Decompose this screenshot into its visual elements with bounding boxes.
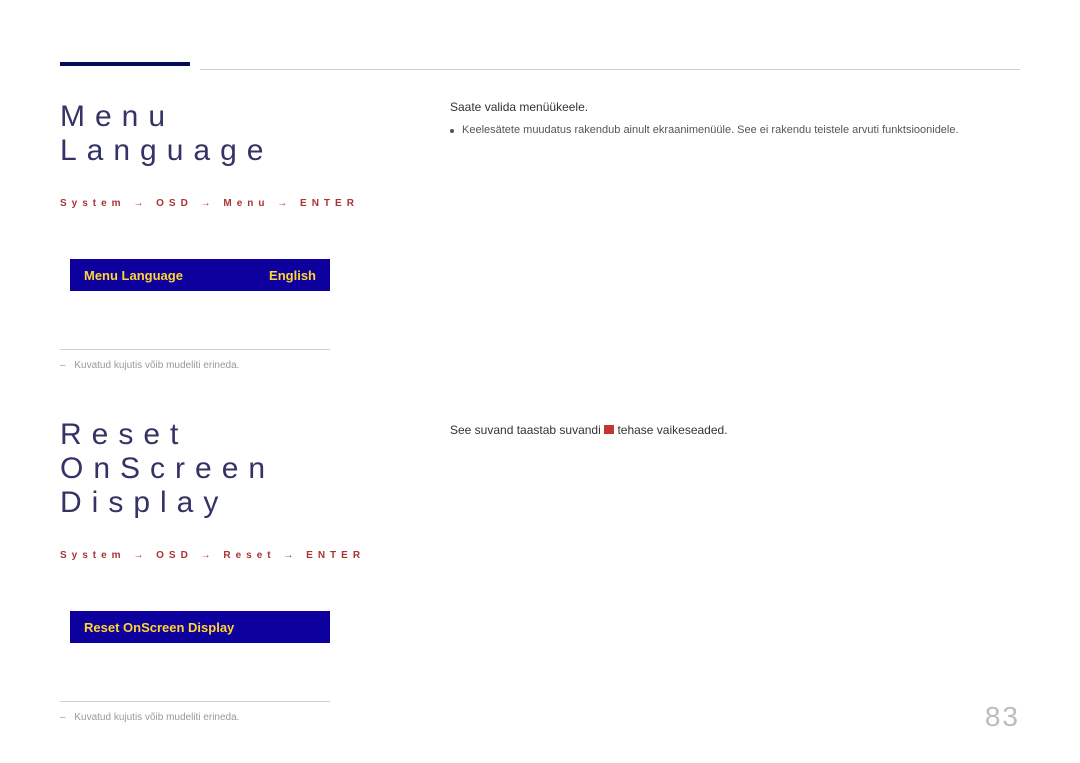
footnote-text: Kuvatud kujutis võib mudeliti erineda. — [74, 712, 239, 723]
section-reset-osd-left: Reset OnScreen Display System → OSD → Re… — [60, 418, 400, 723]
desc-menu-language: Saate valida menüükeele. — [450, 100, 1020, 114]
desc-reset-osd: See suvand taastab suvandi tehase vaikes… — [450, 423, 1020, 437]
menu-row-language[interactable]: Menu Language English — [70, 259, 330, 291]
heading-reset-osd: Reset OnScreen Display — [60, 418, 400, 520]
footnote-menu-language: – Kuvatud kujutis võib mudeliti erineda. — [60, 360, 400, 371]
heading-menu-language: Menu Language — [60, 100, 400, 168]
menu-label: Menu Language — [84, 268, 183, 283]
document-page: Menu Language System → OSD → Menu → ENTE… — [0, 0, 1080, 763]
bullet-row: Keelesätete muudatus rakendub ainult ekr… — [450, 124, 1020, 136]
page-number: 83 — [985, 701, 1020, 733]
breadcrumb-reset-osd: System → OSD → Reset → ENTER — [60, 550, 400, 561]
breadcrumb-menu-language: System → OSD → Menu → ENTER — [60, 198, 400, 209]
bullet-dot-icon — [450, 129, 454, 133]
divider — [60, 701, 330, 702]
footnote-dash: – — [60, 712, 66, 723]
section-reset-osd-right: See suvand taastab suvandi tehase vaikes… — [450, 423, 1020, 437]
desc-text-after: tehase vaikeseaded. — [614, 423, 727, 437]
menu-label: Reset OnScreen Display — [84, 620, 234, 635]
inline-highlight-icon — [604, 425, 614, 434]
footnote-text: Kuvatud kujutis võib mudeliti erineda. — [74, 360, 239, 371]
bullet-text: Keelesätete muudatus rakendub ainult ekr… — [462, 124, 959, 136]
menu-value: English — [269, 268, 316, 283]
desc-text-before: See suvand taastab suvandi — [450, 423, 604, 437]
footnote-dash: – — [60, 360, 66, 371]
footnote-reset-osd: – Kuvatud kujutis võib mudeliti erineda. — [60, 712, 400, 723]
header-rule — [200, 69, 1020, 70]
section-menu-language-left: Menu Language System → OSD → Menu → ENTE… — [60, 100, 400, 371]
divider — [60, 349, 330, 350]
section-menu-language-right: Saate valida menüükeele. Keelesätete muu… — [450, 100, 1020, 136]
menu-row-reset[interactable]: Reset OnScreen Display — [70, 611, 330, 643]
header-accent-bar — [60, 62, 190, 66]
